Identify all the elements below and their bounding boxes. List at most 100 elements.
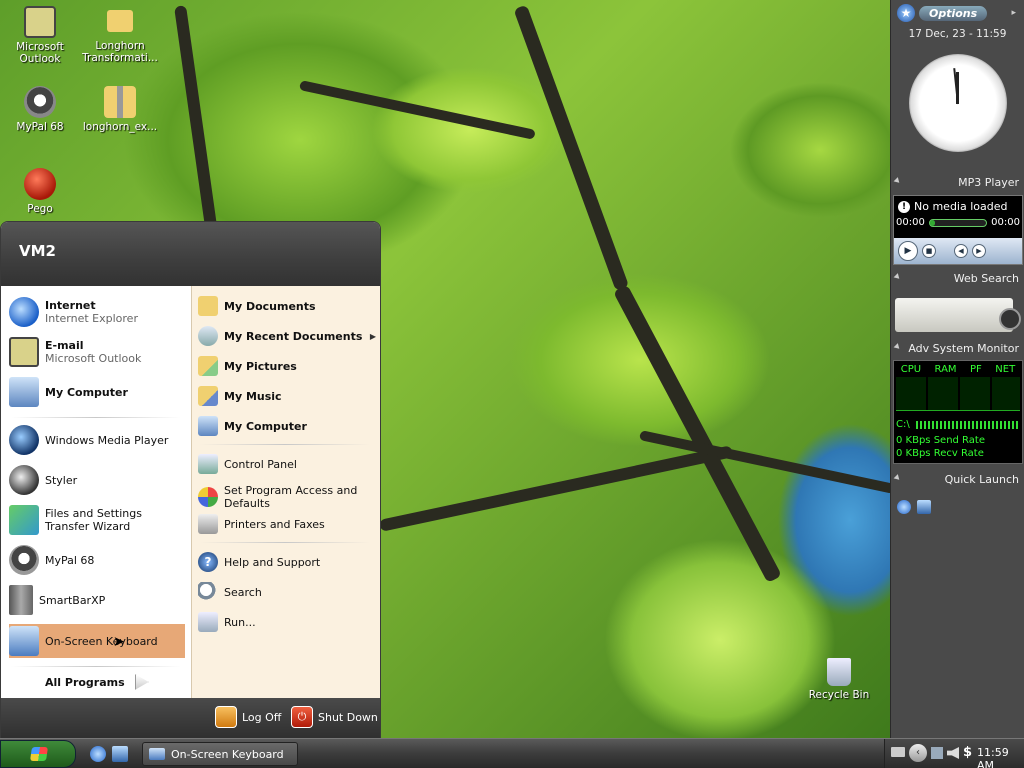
mp3-status: No media loaded — [914, 200, 1008, 213]
computer-icon — [9, 377, 39, 407]
desktop-icon-recycle-bin[interactable]: Recycle Bin — [799, 658, 879, 701]
start-item-files-settings-transfer[interactable]: Files and Settings Transfer Wizard — [9, 504, 185, 536]
mp3-progress-track[interactable] — [928, 218, 988, 227]
start-item-run[interactable]: Run... — [198, 610, 376, 634]
key-icon — [215, 706, 237, 728]
play-button[interactable]: ▶ — [898, 241, 918, 261]
keyboard-icon — [149, 748, 165, 760]
start-item-set-program-access[interactable]: Set Program Access and Defaults — [198, 482, 376, 512]
info-icon: ! — [898, 200, 910, 213]
raccoon-icon — [24, 86, 56, 118]
folder-icon — [107, 10, 133, 32]
system-monitor: CPU RAM PF NET C:\ 0 KBps Send Rate 0 KB… — [893, 360, 1023, 464]
start-item-my-pictures[interactable]: My Pictures — [198, 354, 376, 378]
quick-launch-title[interactable]: Quick Launch — [891, 473, 1024, 489]
start-item-my-music[interactable]: My Music — [198, 384, 376, 408]
web-search-magnifier-icon[interactable] — [999, 308, 1021, 330]
analog-clock — [909, 54, 1007, 152]
options-bar[interactable]: ★ Options ▸ — [891, 0, 1024, 26]
mp3-progress-fill — [929, 219, 936, 226]
quick-launch-desktop-icon[interactable] — [112, 746, 128, 762]
previous-button[interactable]: ◀ — [954, 244, 968, 258]
separator — [200, 444, 370, 445]
recent-documents-icon — [198, 326, 218, 346]
start-item-help-and-support[interactable]: ? Help and Support — [198, 550, 376, 574]
start-menu-places-list: My Documents My Recent Documents ▶ My Pi… — [191, 286, 380, 698]
submenu-arrow-icon: ▶ — [369, 331, 376, 341]
system-monitor-title[interactable]: Adv System Monitor — [891, 342, 1024, 358]
transfer-wizard-icon — [9, 505, 39, 535]
log-off-button[interactable]: Log Off — [215, 706, 281, 728]
mp3-player-title[interactable]: MP3 Player — [891, 176, 1024, 192]
control-panel-icon — [198, 454, 218, 474]
start-item-mypal[interactable]: MyPal 68 — [9, 544, 185, 576]
start-item-search[interactable]: Search — [198, 580, 376, 604]
start-menu-header: VM2 — [1, 222, 380, 286]
search-icon — [198, 582, 218, 602]
folder-icon — [198, 296, 218, 316]
drive-usage-bar — [915, 420, 1020, 429]
run-icon — [198, 612, 218, 632]
system-tray: ‹ $ 11:59 AM — [884, 739, 1024, 768]
start-item-on-screen-keyboard[interactable]: On-Screen Keyboard ➤ — [9, 624, 185, 658]
mp3-time-left: 00:00 — [896, 217, 925, 228]
shut-down-button[interactable]: ⏻ Shut Down — [291, 706, 378, 728]
arrow-right-icon — [134, 674, 149, 690]
next-button[interactable]: ▶ — [972, 244, 986, 258]
start-item-control-panel[interactable]: Control Panel — [198, 452, 376, 476]
desktop-icon-longhorn-folder[interactable]: Longhorn Transformati... — [80, 6, 160, 64]
start-item-internet[interactable]: Internet Internet Explorer — [9, 296, 185, 328]
web-search-title[interactable]: Web Search — [891, 272, 1024, 288]
desktop-icon-longhorn-zip[interactable]: longhorn_ex... — [80, 86, 160, 133]
start-item-my-computer[interactable]: My Computer — [9, 376, 185, 408]
web-search-box[interactable] — [895, 298, 1013, 332]
network-icon[interactable] — [931, 747, 943, 759]
start-item-smartbarxp[interactable]: SmartBarXP — [9, 584, 185, 616]
recycle-bin-icon — [827, 658, 851, 686]
start-item-windows-media-player[interactable]: Windows Media Player — [9, 424, 185, 456]
separator — [200, 542, 370, 543]
tray-collapse-button[interactable]: ‹ — [909, 744, 927, 762]
taskbar-task-on-screen-keyboard[interactable]: On-Screen Keyboard — [142, 742, 298, 766]
start-menu-footer: Log Off ⏻ Shut Down — [1, 698, 380, 738]
start-item-my-recent-documents[interactable]: My Recent Documents ▶ — [198, 324, 376, 348]
wallpaper-branch — [378, 445, 734, 532]
monitor-col-net: NET — [995, 364, 1016, 375]
keyboard-tray-icon[interactable] — [891, 747, 905, 757]
quick-launch-ie-icon[interactable] — [90, 746, 106, 762]
monitor-col-cpu: CPU — [900, 364, 922, 375]
power-icon: ⏻ — [291, 706, 313, 728]
outlook-icon — [24, 6, 56, 38]
stop-button[interactable]: ■ — [922, 244, 936, 258]
media-player-icon — [9, 425, 39, 455]
currency-icon[interactable]: $ — [963, 745, 972, 760]
options-button[interactable]: Options — [919, 5, 988, 21]
quick-launch-ie-icon[interactable] — [897, 500, 911, 514]
start-item-email[interactable]: E-mail Microsoft Outlook — [9, 336, 185, 368]
program-access-icon — [198, 487, 218, 507]
all-programs-button[interactable]: All Programs — [45, 672, 149, 692]
monitor-send-rate: 0 KBps Send Rate — [896, 435, 985, 446]
pictures-folder-icon — [198, 356, 218, 376]
start-menu-pinned-list: Internet Internet Explorer E-mail Microsof… — [1, 286, 191, 698]
start-item-printers-and-faxes[interactable]: Printers and Faxes — [198, 512, 376, 536]
start-item-styler[interactable]: Styler — [9, 464, 185, 496]
desktop-icon-outlook[interactable]: Microsoft Outlook — [0, 6, 80, 65]
star-icon: ★ — [897, 4, 915, 22]
keyboard-icon — [9, 626, 39, 656]
sidebar-scroll-icon[interactable]: ▸ — [1011, 8, 1016, 18]
separator — [11, 417, 181, 418]
taskbar-clock[interactable]: 11:59 AM — [977, 746, 1024, 768]
desktop-icon-pego[interactable]: Pego — [0, 168, 80, 215]
start-button[interactable] — [0, 740, 76, 768]
volume-icon[interactable] — [947, 747, 959, 759]
start-menu: VM2 Internet Internet Explorer E-mail Micr… — [0, 221, 381, 739]
mp3-player: ! No media loaded 00:00 00:00 ▶ ■ ◀ ▶ — [893, 195, 1023, 265]
desktop-icon-mypal[interactable]: MyPal 68 — [0, 86, 80, 133]
start-item-my-documents[interactable]: My Documents — [198, 294, 376, 318]
start-item-my-computer-right[interactable]: My Computer — [198, 414, 376, 438]
outlook-icon — [9, 337, 39, 367]
quick-launch-desktop-icon[interactable] — [917, 500, 931, 514]
wallpaper-branch — [612, 284, 782, 584]
monitor-col-ram: RAM — [934, 364, 957, 375]
